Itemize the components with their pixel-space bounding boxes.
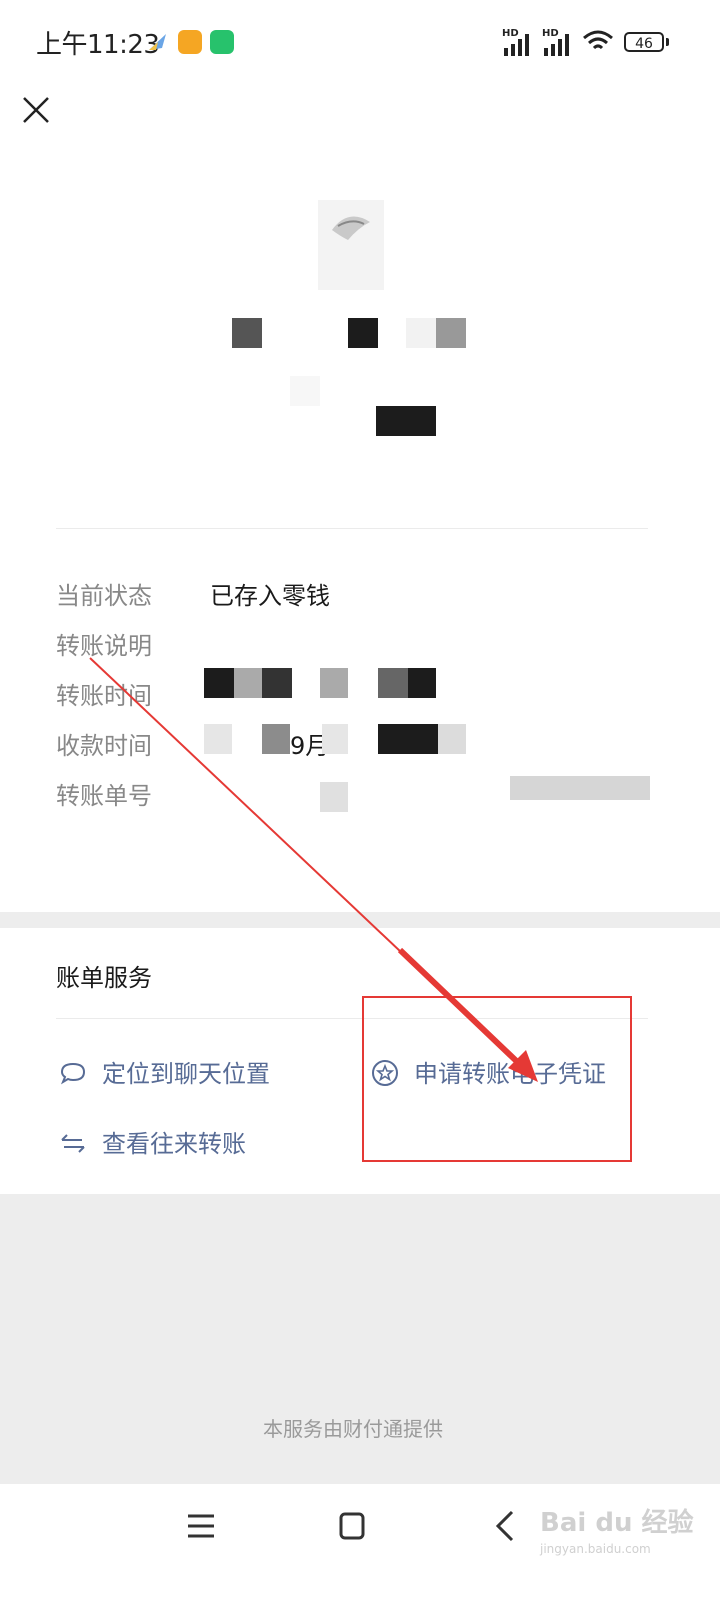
transfer-id-label: 转账单号: [56, 782, 152, 810]
footer-provider-text: 本服务由财付通提供: [263, 1417, 443, 1441]
status-value: 已存入零钱: [210, 582, 330, 610]
chat-bubble-icon: [60, 1062, 86, 1085]
view-transfers-label: 查看往来转账: [102, 1130, 246, 1158]
menu-button[interactable]: [180, 1506, 224, 1546]
home-button[interactable]: [330, 1506, 374, 1546]
close-button[interactable]: [18, 92, 54, 128]
status-bar: 上午11:23 HD HD 46: [0, 0, 720, 84]
locate-chat-label: 定位到聊天位置: [102, 1060, 270, 1088]
view-transfers-button[interactable]: 查看往来转账: [58, 1122, 278, 1162]
home-icon: [339, 1512, 365, 1540]
baidu-watermark-url: jingyan.baidu.com: [540, 1542, 651, 1556]
details-divider: [56, 528, 648, 529]
signal-icon: [504, 30, 536, 56]
close-icon: [23, 97, 49, 123]
annotation-highlight-box: [362, 996, 632, 1162]
receive-time-label: 收款时间: [56, 732, 152, 760]
baidu-watermark: Bai du 经验: [540, 1508, 694, 1538]
security-app-icon: [210, 30, 234, 54]
feather-app-icon: [146, 30, 170, 54]
battery-indicator: 46: [624, 32, 664, 52]
detail-row-note: 转账说明: [56, 626, 656, 666]
back-button[interactable]: [486, 1506, 530, 1546]
detail-row-transfer-time: 转账时间: [56, 676, 656, 716]
exchange-arrows-icon: [61, 1134, 85, 1153]
payer-avatar: [318, 200, 384, 290]
back-icon: [495, 1510, 514, 1542]
status-time: 上午11:23: [36, 30, 160, 60]
detail-row-receive-time: 收款时间 9月: [56, 726, 656, 766]
section-separator: [0, 912, 720, 928]
bill-service-title: 账单服务: [56, 964, 152, 992]
note-label: 转账说明: [56, 632, 152, 660]
status-label: 当前状态: [56, 582, 152, 610]
menu-icon: [188, 1514, 214, 1538]
signal-icon-2: [544, 30, 576, 56]
transfer-time-label: 转账时间: [56, 682, 152, 710]
battery-tip: [666, 38, 669, 46]
notes-app-icon: [178, 30, 202, 54]
wifi-icon: [583, 30, 613, 50]
detail-row-status: 当前状态 已存入零钱: [56, 576, 656, 616]
locate-chat-button[interactable]: 定位到聊天位置: [58, 1052, 298, 1092]
